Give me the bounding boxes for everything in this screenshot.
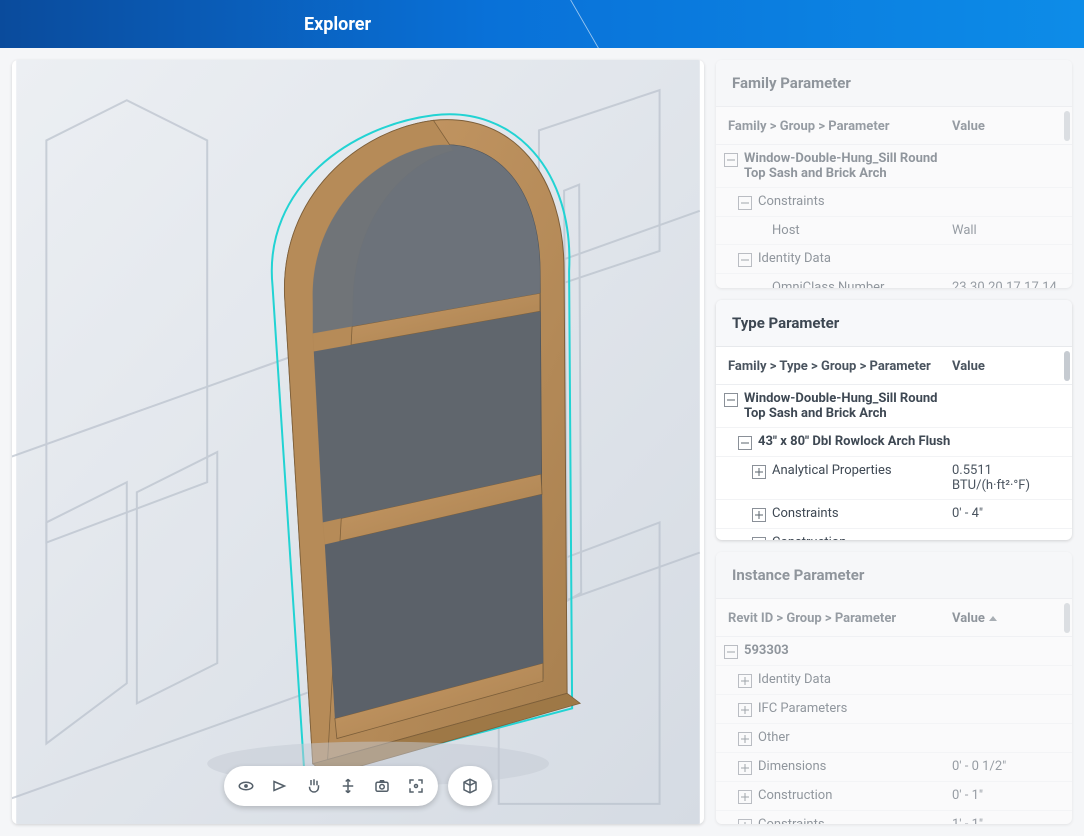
family-grid-header: Family > Group > Parameter Value (716, 107, 1072, 145)
collapse-icon[interactable] (738, 196, 752, 210)
expand-icon[interactable] (738, 732, 752, 746)
type-panel-title: Type Parameter (716, 300, 1072, 347)
collapse-icon[interactable] (738, 253, 752, 267)
type-grid-header: Family > Type > Group > Parameter Value (716, 347, 1072, 385)
family-panel-body[interactable]: Family > Group > Parameter Value Window-… (716, 107, 1072, 288)
expand-icon[interactable] (752, 508, 766, 522)
sort-asc-icon (989, 616, 997, 621)
type-parameter-panel: Type Parameter Family > Type > Group > P… (716, 300, 1072, 540)
expand-icon[interactable] (738, 819, 752, 824)
group-constraints[interactable]: Constraints 1' - 1" (716, 811, 1072, 824)
col-value[interactable]: Value (952, 611, 1060, 626)
instance-panel-title: Instance Parameter (716, 552, 1072, 599)
pan-icon[interactable] (298, 770, 330, 802)
group-other[interactable]: Other (716, 724, 1072, 753)
group-constraints[interactable]: Constraints 0' - 4" (716, 500, 1072, 529)
instance-parameter-panel: Instance Parameter Revit ID > Group > Pa… (716, 552, 1072, 824)
expand-icon[interactable] (738, 703, 752, 717)
orbit-icon[interactable] (230, 770, 262, 802)
type-panel-body[interactable]: Family > Type > Group > Parameter Value … (716, 347, 1072, 540)
family-parameter-panel: Family Parameter Family > Group > Parame… (716, 60, 1072, 288)
tree-root[interactable]: Window-Double-Hung_Sill Round Top Sash a… (716, 385, 1072, 428)
group-analytical[interactable]: Analytical Properties 0.5511 BTU/(h·ft²·… (716, 457, 1072, 500)
col-value: Value (952, 359, 1060, 374)
type-root-label: Window-Double-Hung_Sill Round Top Sash a… (744, 391, 952, 421)
app-header: Explorer (0, 0, 1084, 48)
group-construction[interactable]: Construction 0' - 1" (716, 782, 1072, 811)
camera-icon[interactable] (366, 770, 398, 802)
collapse-icon[interactable] (724, 645, 738, 659)
param-omniclass[interactable]: OmniClass Number 23.30.20.17.17.14 (716, 274, 1072, 288)
viewport-3d[interactable] (12, 60, 704, 824)
param-host[interactable]: Host Wall (716, 217, 1072, 245)
family-panel-title: Family Parameter (716, 60, 1072, 107)
col-value: Value (952, 119, 1060, 134)
group-constraints[interactable]: Constraints (716, 188, 1072, 217)
tree-root[interactable]: 593303 (716, 637, 1072, 666)
expand-icon[interactable] (738, 674, 752, 688)
instance-grid-header: Revit ID > Group > Parameter Value (716, 599, 1072, 637)
col-parameter: Family > Group > Parameter (728, 119, 952, 134)
viewport-card[interactable] (12, 60, 704, 824)
tool-group-main (224, 766, 438, 806)
fit-icon[interactable] (400, 770, 432, 802)
group-construction[interactable]: Construction (716, 529, 1072, 540)
family-root-label: Window-Double-Hung_Sill Round Top Sash a… (744, 151, 952, 181)
collapse-icon[interactable] (724, 153, 738, 167)
group-identity[interactable]: Identity Data (716, 245, 1072, 274)
app-title: Explorer (304, 14, 371, 35)
cube-icon[interactable] (454, 770, 486, 802)
tree-root[interactable]: Window-Double-Hung_Sill Round Top Sash a… (716, 145, 1072, 188)
type-name-row[interactable]: 43" x 80" Dbl Rowlock Arch Flush (716, 428, 1072, 457)
walk-icon[interactable] (264, 770, 296, 802)
tool-group-cube (448, 766, 492, 806)
collapse-icon[interactable] (724, 393, 738, 407)
col-parameter: Revit ID > Group > Parameter (728, 611, 952, 626)
right-panels: Family Parameter Family > Group > Parame… (716, 60, 1072, 824)
col-parameter: Family > Type > Group > Parameter (728, 359, 952, 374)
expand-icon[interactable] (738, 790, 752, 804)
group-dimensions[interactable]: Dimensions 0' - 0 1/2" (716, 753, 1072, 782)
axis-icon[interactable] (332, 770, 364, 802)
expand-icon[interactable] (752, 465, 766, 479)
viewport-toolbar (224, 766, 492, 806)
main-content: Family Parameter Family > Group > Parame… (0, 48, 1084, 836)
instance-panel-body[interactable]: Revit ID > Group > Parameter Value 59330… (716, 599, 1072, 824)
expand-icon[interactable] (738, 761, 752, 775)
expand-icon[interactable] (752, 537, 766, 540)
group-ifc[interactable]: IFC Parameters (716, 695, 1072, 724)
collapse-icon[interactable] (738, 436, 752, 450)
group-identity[interactable]: Identity Data (716, 666, 1072, 695)
